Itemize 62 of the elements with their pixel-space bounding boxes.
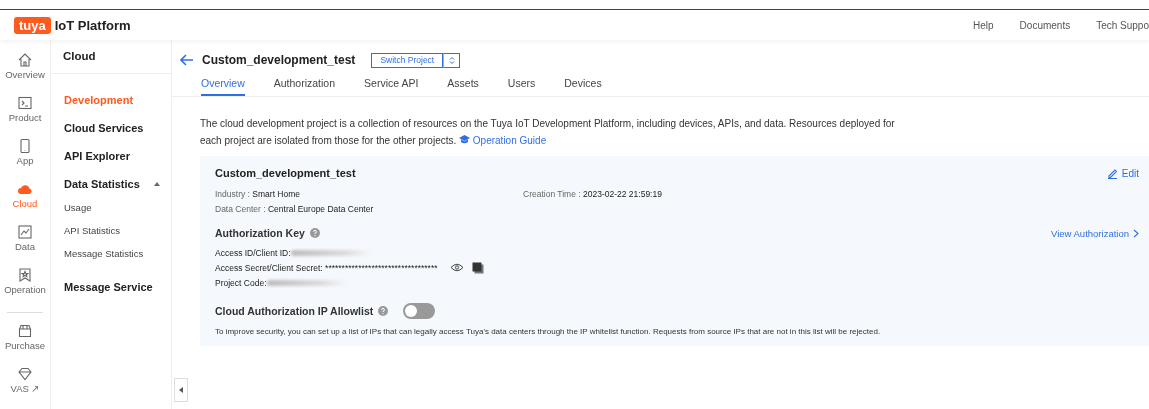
home-icon <box>17 52 33 68</box>
rail-item[interactable]: Operation <box>0 267 50 310</box>
tab[interactable]: Overview <box>201 72 245 96</box>
project-name: Custom_development_test <box>202 53 356 67</box>
rail-item[interactable]: Data <box>0 224 50 267</box>
graduation-cap-icon <box>459 135 471 144</box>
back-arrow-icon[interactable] <box>180 54 194 66</box>
switch-project-button[interactable]: Switch Project <box>371 52 444 68</box>
edit-link[interactable]: Edit <box>1106 167 1139 179</box>
info-text: Creation Time : 2023-02-22 21:59:19 <box>523 189 663 199</box>
rail-item[interactable]: App <box>0 138 50 181</box>
chevron-right-icon <box>1133 228 1139 238</box>
sidebar-subitem[interactable]: Message Statistics <box>51 244 171 267</box>
view-authorization-link[interactable]: View Authorization <box>1051 227 1139 239</box>
chart-icon <box>17 224 33 240</box>
rail-item[interactable]: Overview <box>0 52 50 95</box>
tab[interactable]: Service API <box>364 72 419 96</box>
sidebar-subitem[interactable]: API Statistics <box>51 221 171 244</box>
rail-item[interactable]: Purchase <box>0 323 50 366</box>
allowlist-toggle[interactable] <box>403 303 436 319</box>
section-title: Authorization Key <box>215 227 305 239</box>
info-text: Industry : Smart Home <box>215 189 302 199</box>
eye-icon[interactable] <box>449 263 464 272</box>
collapse-button[interactable] <box>174 378 188 402</box>
rail-item[interactable]: VAS ↗ <box>0 366 50 409</box>
tab[interactable]: Users <box>507 72 536 96</box>
sidebar-subitem[interactable]: Usage <box>51 198 171 221</box>
up-down-caret-icon <box>448 55 455 65</box>
help-icon[interactable] <box>378 306 389 316</box>
platform-title: IoT Platform <box>54 17 131 33</box>
sidebar-item[interactable]: Data Statistics <box>51 170 171 198</box>
sidebar-item[interactable]: Cloud Services <box>51 114 171 142</box>
rail-item[interactable]: Product <box>0 95 50 138</box>
card-title: Custom_development_test <box>215 167 357 179</box>
sidebar-title: Cloud <box>51 40 171 74</box>
tab[interactable]: Devices <box>564 72 602 96</box>
logo: tuya <box>14 16 51 34</box>
operation-guide-link[interactable]: Operation Guide <box>459 135 547 146</box>
tab[interactable]: Assets <box>447 72 479 96</box>
help-icon[interactable] <box>309 228 320 238</box>
badge-icon <box>17 267 33 283</box>
copy-icon[interactable] <box>471 261 484 274</box>
header-link[interactable]: Documents <box>1019 19 1071 31</box>
section-title: Cloud Authorization IP Allowlist <box>215 305 374 317</box>
allowlist-note: To improve security, you can set up a list of IPs that can legally access Tuya's data centers through the IP whitelist function. Requests from source IPs that are not in this list will be rejected. <box>215 327 882 336</box>
caret-icon <box>178 387 184 393</box>
diamond-icon <box>17 366 33 382</box>
pencil-icon <box>1106 167 1118 179</box>
key-text: Project Code: <box>215 277 267 288</box>
header-link[interactable]: Help <box>973 19 994 31</box>
key-text: Access ID/Client ID: <box>215 247 291 258</box>
phone-icon <box>17 138 33 154</box>
info-text: Data Center : Central Europe Data Center <box>215 204 375 214</box>
terminal-icon <box>17 95 33 111</box>
sidebar-item[interactable]: Message Service <box>51 273 171 301</box>
store-icon <box>17 323 33 339</box>
intro-text: The cloud development project is a collection of resources on the Tuya IoT Development Platform, including devices, APIs, and data. Resources deployed for each project are isolated from those for the other projects. Operation Guide <box>200 117 896 148</box>
key-text: Access Secret/Client Secret: ********************************** <box>215 262 438 273</box>
sidebar-item[interactable]: API Explorer <box>51 142 171 170</box>
header-link[interactable]: Tech Suppo <box>1096 19 1149 31</box>
tab[interactable]: Authorization <box>273 72 336 96</box>
project-dropdown-button[interactable] <box>443 52 461 68</box>
